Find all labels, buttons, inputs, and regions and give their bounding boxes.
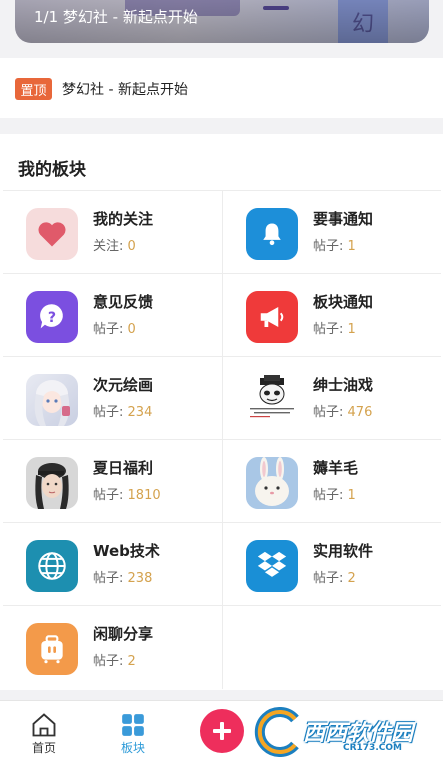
bell-icon xyxy=(246,208,298,260)
nav-boards[interactable]: 板块 xyxy=(103,711,163,756)
board-useful-software[interactable]: 实用软件 帖子: 2 xyxy=(222,523,441,605)
nav-boards-label: 板块 xyxy=(120,741,145,755)
home-icon xyxy=(14,711,74,739)
section-title: 我的板块 xyxy=(18,160,86,180)
board-meta: 关注: 0 xyxy=(93,239,136,254)
globe-icon xyxy=(26,540,78,592)
question-bubble-icon: ? xyxy=(26,291,78,343)
anime-girl-avatar xyxy=(26,374,78,426)
watermark-subtext: CR173.COM xyxy=(343,743,402,753)
board-important-notice[interactable]: 要事通知 帖子: 1 xyxy=(222,191,441,273)
banner-caption: 1/1 梦幻社 - 新起点开始 xyxy=(34,8,198,26)
megaphone-icon xyxy=(246,291,298,343)
board-name: 我的关注 xyxy=(93,210,154,228)
banner-carousel[interactable]: 幻 1/1 梦幻社 - 新起点开始 xyxy=(15,0,429,43)
bottom-navigation: 首页 板块 西西软件园 CR173.COM xyxy=(0,700,443,765)
pinned-badge: 置顶 xyxy=(15,78,52,100)
board-feedback[interactable]: ? 意见反馈 帖子: 0 xyxy=(3,274,222,356)
board-meta: 帖子: 1810 xyxy=(93,488,161,503)
board-meta: 帖子: 1 xyxy=(313,322,356,337)
board-name: 绅士油戏 xyxy=(313,376,374,394)
board-meta: 帖子: 1 xyxy=(313,239,356,254)
board-anime-drawing[interactable]: 次元绘画 帖子: 234 xyxy=(3,357,222,439)
board-meta: 帖子: 2 xyxy=(93,654,136,669)
rabbit-avatar xyxy=(246,457,298,509)
board-name: 次元绘画 xyxy=(93,376,154,394)
board-my-follow[interactable]: 我的关注 关注: 0 xyxy=(3,191,222,273)
dropbox-icon xyxy=(246,540,298,592)
heart-icon xyxy=(26,208,78,260)
new-post-button[interactable] xyxy=(200,709,244,753)
board-grid: 我的关注 关注: 0 要事通知 帖子: 1 ? 意见反馈 帖子: 0 板块通知 … xyxy=(3,190,441,689)
board-meta: 帖子: 2 xyxy=(313,571,356,586)
plus-icon xyxy=(213,722,231,740)
board-meta: 帖子: 0 xyxy=(93,322,136,337)
board-chat-share[interactable]: 闲聊分享 帖子: 2 xyxy=(3,606,222,689)
pinned-title[interactable]: 梦幻社 - 新起点开始 xyxy=(62,79,188,99)
board-web-tech[interactable]: Web技术 帖子: 238 xyxy=(3,523,222,605)
board-name: 闲聊分享 xyxy=(93,625,154,643)
board-meta: 帖子: 476 xyxy=(313,405,373,420)
board-meta: 帖子: 234 xyxy=(93,405,153,420)
girl-cap-avatar xyxy=(26,457,78,509)
board-name: 实用软件 xyxy=(313,542,374,560)
suitcase-icon xyxy=(26,623,78,675)
board-gentleman-games[interactable]: 绅士油戏 帖子: 476 xyxy=(222,357,441,439)
board-name: 薅羊毛 xyxy=(313,459,359,477)
nav-home-label: 首页 xyxy=(31,741,56,755)
empty-cell xyxy=(222,606,441,689)
board-freebies[interactable]: 薅羊毛 帖子: 1 xyxy=(222,440,441,522)
board-name: Web技术 xyxy=(93,542,160,560)
board-name: 意见反馈 xyxy=(93,293,154,311)
board-meta: 帖子: 238 xyxy=(93,571,153,586)
nav-home[interactable]: 首页 xyxy=(14,711,74,756)
board-name: 板块通知 xyxy=(313,293,374,311)
my-boards-section: 我的板块 我的关注 关注: 0 要事通知 帖子: 1 ? 意见反馈 帖子: 0 … xyxy=(0,134,443,690)
panda-meme-avatar xyxy=(246,374,298,426)
svg-text:?: ? xyxy=(48,310,56,326)
board-summer-welfare[interactable]: 夏日福利 帖子: 1810 xyxy=(3,440,222,522)
board-meta: 帖子: 1 xyxy=(313,488,356,503)
watermark-logo: 西西软件园 CR173.COM xyxy=(248,705,443,761)
board-name: 夏日福利 xyxy=(93,459,154,477)
board-name: 要事通知 xyxy=(313,210,374,228)
pinned-post[interactable]: 置顶 梦幻社 - 新起点开始 xyxy=(0,58,443,118)
board-section-notice[interactable]: 板块通知 帖子: 1 xyxy=(222,274,441,356)
grid-icon xyxy=(103,711,163,739)
watermark-c-icon xyxy=(254,707,299,757)
